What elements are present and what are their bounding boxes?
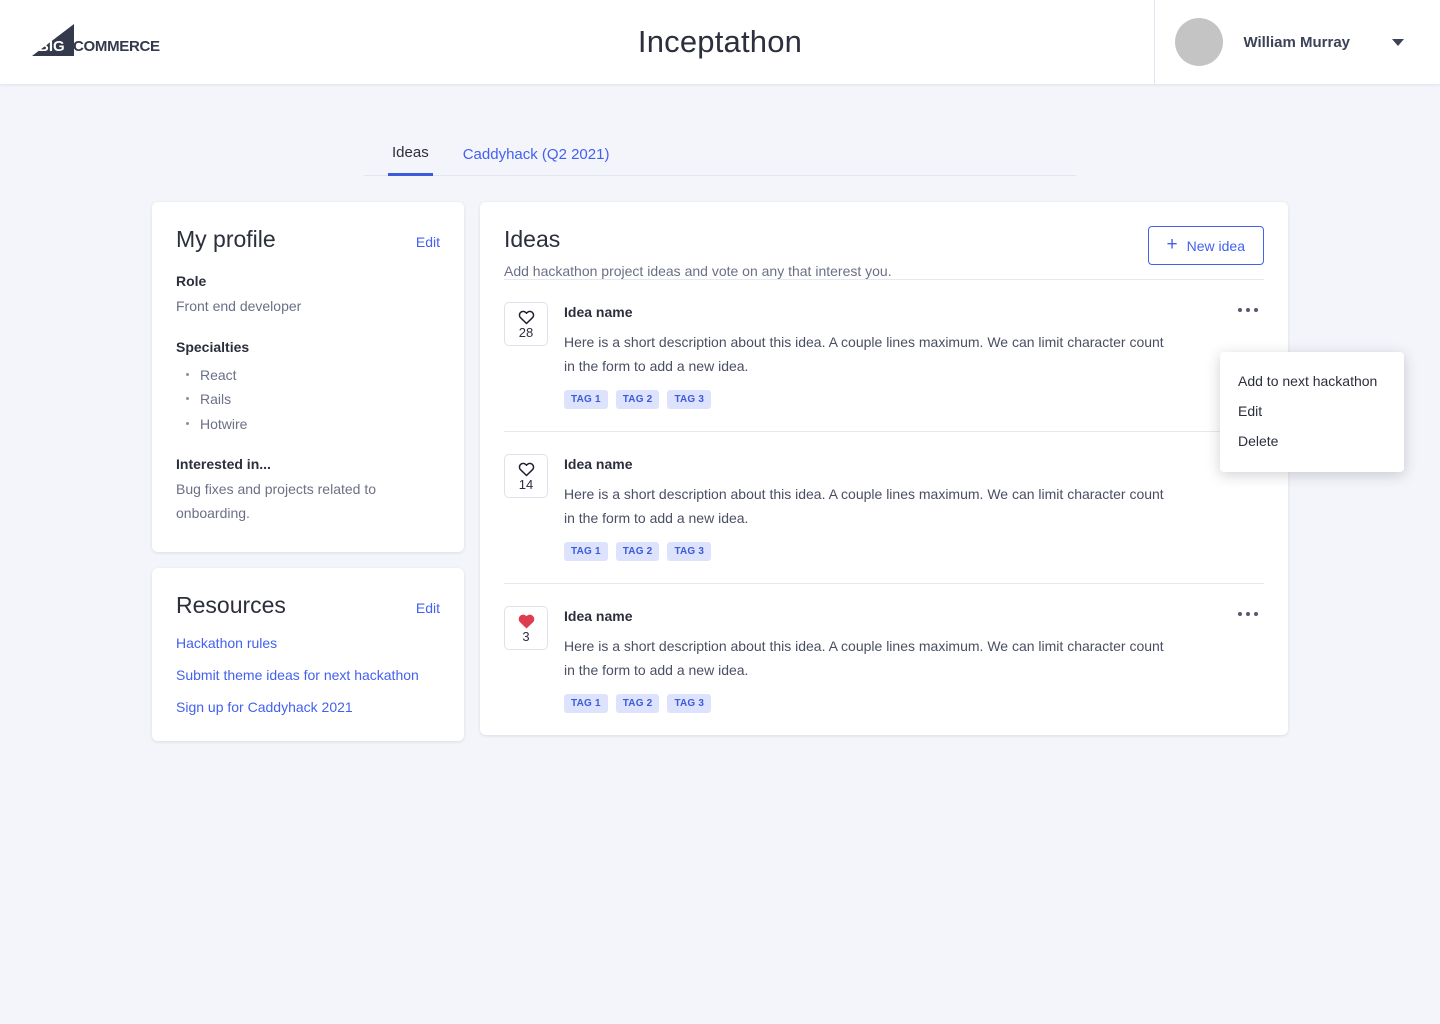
menu-item-delete[interactable]: Delete	[1220, 426, 1404, 456]
ideas-heading-block: Ideas Add hackathon project ideas and vo…	[504, 226, 892, 279]
tab-caddyhack[interactable]: Caddyhack (Q2 2021)	[459, 142, 614, 175]
ellipsis-icon	[1246, 308, 1250, 312]
tag: TAG 1	[564, 694, 608, 714]
profile-card: My profile Edit Role Front end developer…	[152, 202, 464, 552]
tag: TAG 3	[667, 694, 712, 714]
tabs: Ideas Caddyhack (Q2 2021)	[364, 140, 1076, 176]
idea-body: Idea name Here is a short description ab…	[564, 456, 1264, 562]
profile-header: My profile Edit	[176, 226, 440, 253]
resource-link-theme-ideas[interactable]: Submit theme ideas for next hackathon	[176, 667, 440, 683]
role-value: Front end developer	[176, 298, 302, 314]
idea-name: Idea name	[564, 608, 633, 625]
idea-tags: TAG 1 TAG 2 TAG 3	[564, 694, 1204, 714]
idea-description: Here is a short description about this i…	[564, 334, 1164, 375]
idea-row: 3 Idea name Here is a short description …	[504, 583, 1264, 735]
idea-options-button[interactable]	[1232, 606, 1264, 622]
tag: TAG 2	[615, 542, 660, 562]
role-label: Role	[176, 273, 207, 289]
resource-link-signup[interactable]: Sign up for Caddyhack 2021	[176, 699, 440, 715]
resources-header: Resources Edit	[176, 592, 440, 619]
page-title-resources: Resources	[176, 591, 286, 618]
specialties-label: Specialties	[176, 338, 250, 355]
app-header: BIG COMMERCE Inceptathon William Murray	[0, 0, 1440, 84]
interested-label: Interested in...	[176, 456, 271, 473]
vote-count: 3	[522, 629, 530, 645]
page-title-profile: My profile	[176, 226, 276, 252]
idea-tags: TAG 1 TAG 2 TAG 3	[564, 542, 1204, 562]
ideas-card: Ideas Add hackathon project ideas and vo…	[480, 202, 1404, 736]
tag: TAG 3	[667, 390, 712, 410]
specialties-list: React Rails Hotwire	[186, 363, 440, 437]
idea-row: 28 Idea name Here is a short description…	[504, 279, 1264, 431]
user-name: William Murray	[1243, 33, 1350, 51]
tabs-container: Ideas Caddyhack (Q2 2021)	[0, 84, 1440, 176]
vote-count: 28	[518, 325, 534, 340]
page-content: My profile Edit Role Front end developer…	[0, 176, 1440, 757]
tag: TAG 2	[615, 694, 660, 714]
page-title-ideas: Ideas	[504, 226, 561, 252]
ideas-header: Ideas Add hackathon project ideas and vo…	[504, 226, 1264, 279]
ellipsis-icon	[1246, 612, 1250, 617]
resources-edit-link[interactable]: Edit	[416, 600, 440, 616]
new-idea-button[interactable]: + New idea	[1147, 226, 1264, 265]
idea-description: Here is a short description about this i…	[564, 638, 1164, 679]
idea-options-button[interactable]	[1232, 302, 1264, 318]
tab-ideas[interactable]: Ideas	[388, 140, 433, 176]
plus-icon: +	[1166, 234, 1178, 255]
chevron-down-icon[interactable]	[1392, 38, 1404, 46]
ellipsis-icon	[1254, 308, 1258, 312]
vote-button[interactable]: 3	[504, 606, 548, 651]
idea-context-menu: Add to next hackathon Edit Delete	[1220, 352, 1404, 472]
resource-link-rules[interactable]: Hackathon rules	[176, 635, 440, 651]
list-item: React	[186, 363, 440, 388]
idea-tags: TAG 1 TAG 2 TAG 3	[564, 390, 1204, 410]
heart-filled-icon	[518, 614, 534, 629]
ellipsis-icon	[1238, 308, 1242, 312]
idea-row: 14 Idea name Here is a short description…	[504, 431, 1264, 583]
vote-button[interactable]: 28	[504, 302, 548, 346]
ellipsis-icon	[1238, 612, 1242, 617]
user-menu[interactable]: William Murray	[1154, 0, 1440, 84]
list-item: Hotwire	[186, 412, 440, 437]
menu-item-edit[interactable]: Edit	[1220, 396, 1404, 426]
interested-value: Bug fixes and projects related to onboar…	[176, 481, 377, 522]
vote-button[interactable]: 14	[504, 454, 548, 499]
tag: TAG 2	[615, 390, 660, 410]
menu-item-add-to-next-hackathon[interactable]: Add to next hackathon	[1220, 366, 1404, 396]
idea-body: Idea name Here is a short description ab…	[564, 304, 1264, 410]
idea-name: Idea name	[564, 456, 633, 473]
heart-outline-icon	[518, 310, 534, 325]
idea-name: Idea name	[564, 304, 633, 320]
profile-edit-link[interactable]: Edit	[416, 234, 440, 250]
sidebar: My profile Edit Role Front end developer…	[152, 202, 464, 757]
tag: TAG 3	[667, 542, 712, 562]
idea-body: Idea name Here is a short description ab…	[564, 608, 1264, 714]
ideas-subtitle: Add hackathon project ideas and vote on …	[504, 263, 892, 279]
avatar	[1175, 18, 1224, 66]
idea-description: Here is a short description about this i…	[564, 486, 1164, 527]
new-idea-button-label: New idea	[1186, 237, 1245, 254]
heart-outline-icon	[518, 462, 534, 477]
ellipsis-icon	[1254, 612, 1258, 617]
vote-count: 14	[518, 477, 534, 493]
resources-card: Resources Edit Hackathon rules Submit th…	[152, 567, 464, 741]
tag: TAG 1	[564, 390, 608, 410]
tag: TAG 1	[564, 542, 608, 562]
list-item: Rails	[186, 387, 440, 412]
